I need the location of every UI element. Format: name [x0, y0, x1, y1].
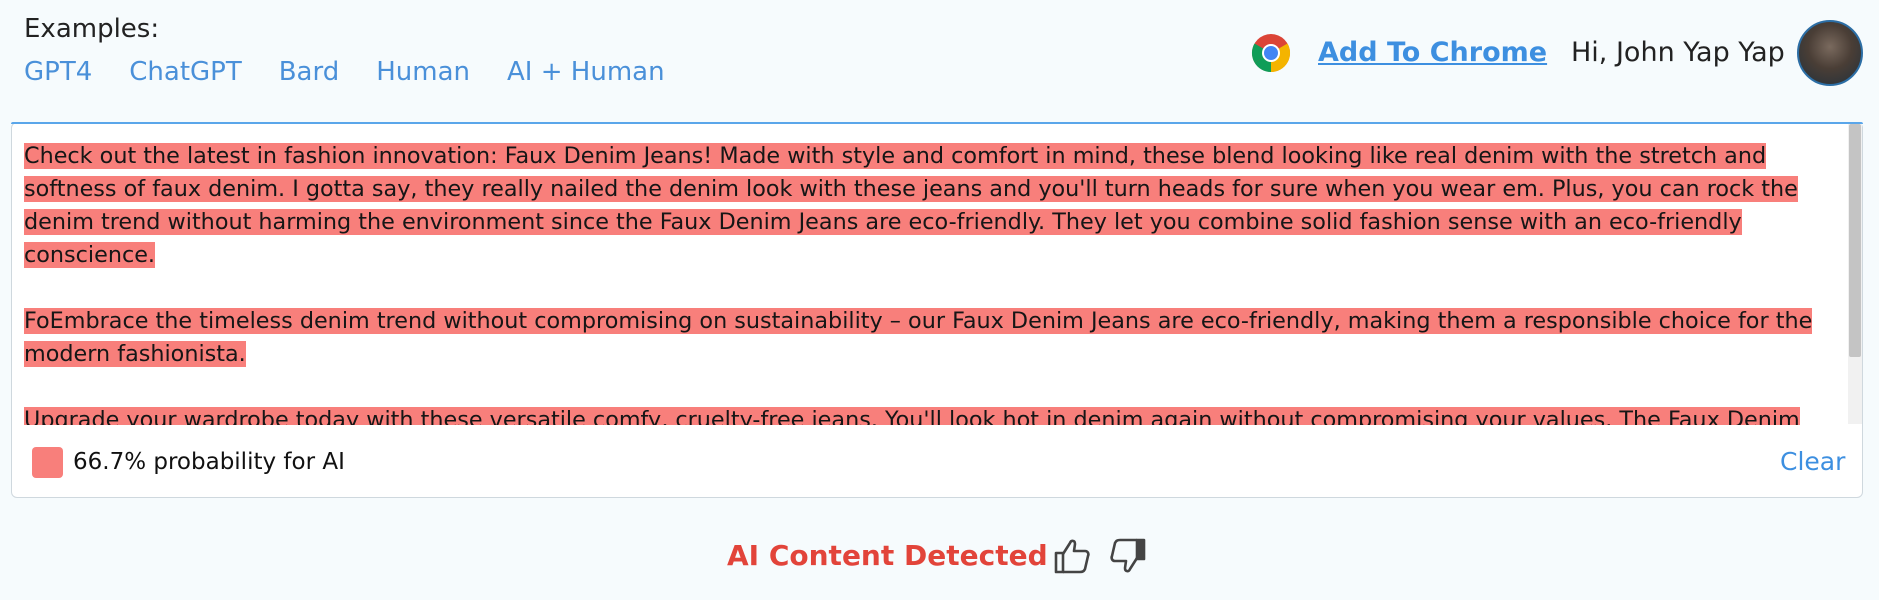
text-paragraph: Upgrade your wardrobe today with these v… — [24, 404, 1834, 425]
detection-result-label: AI Content Detected — [727, 539, 1048, 572]
scrollbar-thumb[interactable] — [1849, 124, 1861, 357]
ai-legend-swatch — [32, 447, 63, 478]
ai-probability-text: 66.7% probability for AI — [73, 449, 345, 475]
ai-highlight: Upgrade your wardrobe today with these v… — [24, 407, 1800, 425]
example-gpt4-link[interactable]: GPT4 — [24, 57, 92, 87]
examples-list: GPT4 ChatGPT Bard Human AI + Human — [24, 57, 665, 87]
example-chatgpt-link[interactable]: ChatGPT — [129, 57, 241, 87]
thumbs-up-icon[interactable] — [1052, 536, 1092, 576]
example-bard-link[interactable]: Bard — [279, 57, 340, 87]
add-to-chrome-link[interactable]: Add To Chrome — [1318, 37, 1547, 68]
examples-title: Examples: — [24, 14, 160, 44]
chrome-logo-icon — [1251, 34, 1291, 73]
thumbs-down-icon[interactable] — [1108, 536, 1148, 576]
example-ai-human-link[interactable]: AI + Human — [507, 57, 665, 87]
avatar[interactable] — [1797, 20, 1863, 86]
clear-button[interactable]: Clear — [1780, 447, 1845, 476]
analyzed-text-area[interactable]: Check out the latest in fashion innovati… — [24, 140, 1834, 425]
ai-highlight: Check out the latest in fashion innovati… — [24, 143, 1798, 268]
user-greeting: Hi, John Yap Yap — [1571, 37, 1785, 68]
panel-focus-border — [11, 122, 1863, 124]
example-human-link[interactable]: Human — [376, 57, 470, 87]
ai-highlight: FoEmbrace the timeless denim trend witho… — [24, 308, 1813, 367]
text-paragraph: Check out the latest in fashion innovati… — [24, 140, 1834, 272]
text-paragraph: FoEmbrace the timeless denim trend witho… — [24, 305, 1834, 371]
